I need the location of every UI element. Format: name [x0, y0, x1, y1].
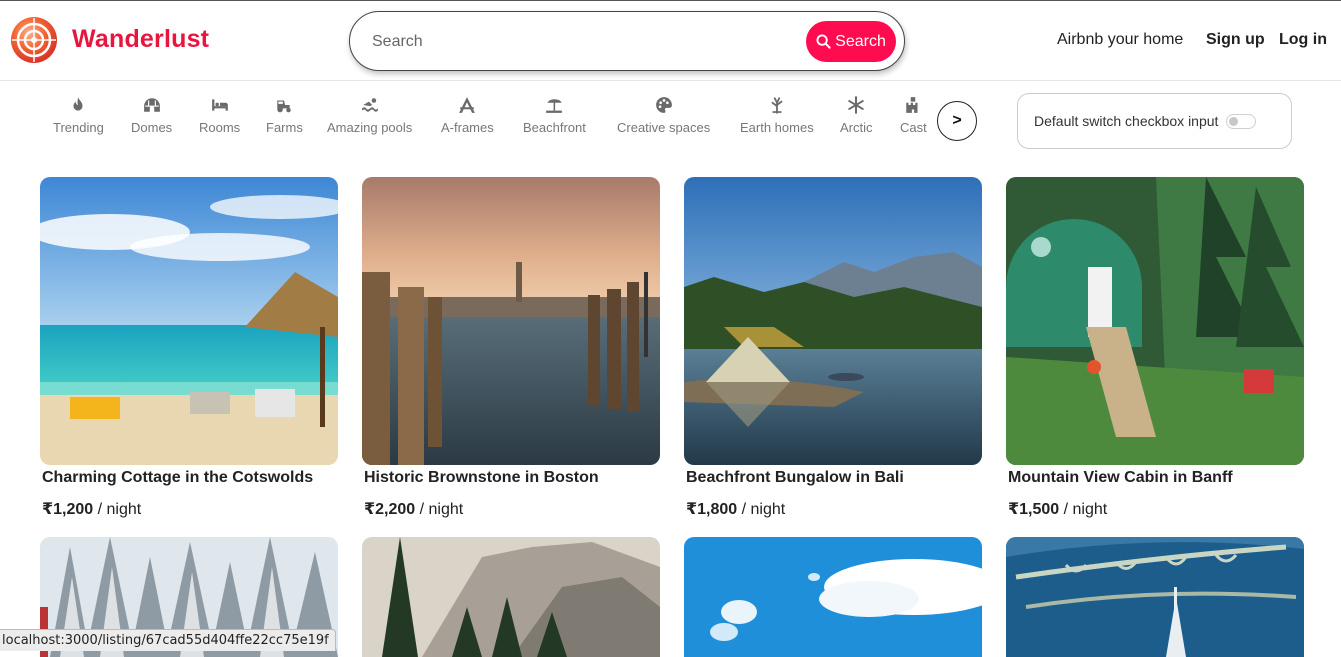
listing-price-line: ₹1,800 / night — [684, 499, 982, 519]
filters-next-button[interactable]: > — [937, 101, 977, 141]
listing-title: Beachfront Bungalow in Bali — [686, 469, 904, 486]
filter-earth-homes[interactable]: Earth homes — [740, 96, 814, 135]
listing-price: ₹2,200 — [364, 501, 416, 518]
filter-amazing-pools[interactable]: Amazing pools — [327, 96, 412, 135]
listing-photo-lake[interactable] — [684, 177, 982, 465]
filter-label: Beachfront — [523, 120, 586, 135]
filter-a-frames[interactable]: A-frames — [441, 96, 494, 135]
login-link[interactable]: Log in — [1279, 31, 1327, 49]
listing-price-unit: / night — [737, 501, 786, 518]
a-frame-icon — [458, 96, 476, 114]
filter-label: A-frames — [441, 120, 494, 135]
search-button-label: Search — [835, 32, 886, 50]
listing-title: Historic Brownstone in Boston — [364, 469, 599, 486]
listing-price-unit: / night — [93, 501, 142, 518]
person-swimming-icon — [361, 96, 379, 114]
listing-photo-mountain-forest[interactable] — [362, 537, 660, 657]
listing-card[interactable]: Beachfront Bungalow in Bali ₹1,800 / nig… — [684, 177, 982, 519]
filter-label: Creative spaces — [617, 120, 711, 135]
listing-card[interactable]: Historic Brownstone in Boston ₹2,200 / n… — [362, 177, 660, 519]
listing-photo-sky-clouds[interactable] — [684, 537, 982, 657]
filter-domes[interactable]: Domes — [131, 96, 172, 135]
filter-arctic[interactable]: Arctic — [840, 96, 873, 135]
leaf-icon — [768, 96, 786, 114]
signup-link[interactable]: Sign up — [1206, 31, 1265, 49]
status-bar-url: localhost:3000/listing/67cad55d404ffe22c… — [0, 629, 336, 651]
filter-label: Domes — [131, 120, 173, 135]
filter-label: Trending — [53, 120, 104, 135]
filter-label: Farms — [266, 120, 303, 135]
castle-icon — [904, 96, 922, 114]
tractor-icon — [275, 96, 293, 114]
listing-card[interactable]: Charming Cottage in the Cotswolds ₹1,200… — [40, 177, 338, 519]
filters-bar: Trending Domes Rooms Farms Amazing pools… — [0, 82, 1341, 162]
listing-price-line: ₹2,200 / night — [362, 499, 660, 519]
filter-label: Earth homes — [740, 120, 814, 135]
toggle-label: Default switch checkbox input — [1034, 113, 1219, 129]
palette-icon — [655, 96, 673, 114]
filter-rooms[interactable]: Rooms — [199, 96, 240, 135]
listing-photo-beach[interactable] — [40, 177, 338, 465]
bed-icon — [211, 96, 229, 114]
filter-creative-spaces[interactable]: Creative spaces — [617, 96, 710, 135]
filter-label: Cast — [900, 120, 927, 135]
listing-price-line: ₹1,200 / night — [40, 499, 338, 519]
listing-price-unit: / night — [415, 501, 464, 518]
filter-trending[interactable]: Trending — [53, 96, 104, 135]
search-icon — [816, 34, 831, 49]
filter-beachfront[interactable]: Beachfront — [523, 96, 586, 135]
airbnb-your-home-link[interactable]: Airbnb your home — [1057, 31, 1183, 49]
search-button[interactable]: Search — [806, 21, 896, 62]
search-input[interactable] — [372, 26, 792, 58]
listing-title: Mountain View Cabin in Banff — [1008, 469, 1233, 486]
listing-card[interactable] — [1006, 537, 1304, 657]
igloo-icon — [143, 96, 161, 114]
filter-label: Rooms — [199, 120, 241, 135]
tax-toggle-container: Default switch checkbox input — [1017, 93, 1292, 149]
listing-price-line: ₹1,500 / night — [1006, 499, 1304, 519]
snowflake-icon — [847, 96, 865, 114]
filter-castles[interactable]: Cast — [900, 96, 927, 135]
listing-card[interactable] — [362, 537, 660, 657]
listing-card[interactable]: Mountain View Cabin in Banff ₹1,500 / ni… — [1006, 177, 1304, 519]
listing-price: ₹1,800 — [686, 501, 738, 518]
listing-price: ₹1,200 — [42, 501, 94, 518]
listing-photo-palm-island[interactable] — [1006, 537, 1304, 657]
filter-label: Amazing pools — [327, 120, 413, 135]
navbar: Wanderlust Search Airbnb your home Sign … — [0, 1, 1341, 81]
listing-price: ₹1,500 — [1008, 501, 1060, 518]
listing-title: Charming Cottage in the Cotswolds — [42, 469, 314, 486]
switch-knob — [1229, 116, 1239, 126]
switch-checkbox[interactable] — [1226, 113, 1257, 129]
compass-logo-icon[interactable] — [10, 16, 58, 64]
listing-photo-dome-cabin[interactable] — [1006, 177, 1304, 465]
listing-price-unit: / night — [1059, 501, 1108, 518]
listing-card[interactable] — [684, 537, 982, 657]
umbrella-beach-icon — [545, 96, 563, 114]
filter-farms[interactable]: Farms — [266, 96, 303, 135]
filter-label: Arctic — [840, 120, 873, 135]
brand-name[interactable]: Wanderlust — [72, 25, 209, 54]
search-bar: Search — [349, 11, 905, 71]
fire-icon — [69, 96, 87, 114]
listing-photo-venice[interactable] — [362, 177, 660, 465]
